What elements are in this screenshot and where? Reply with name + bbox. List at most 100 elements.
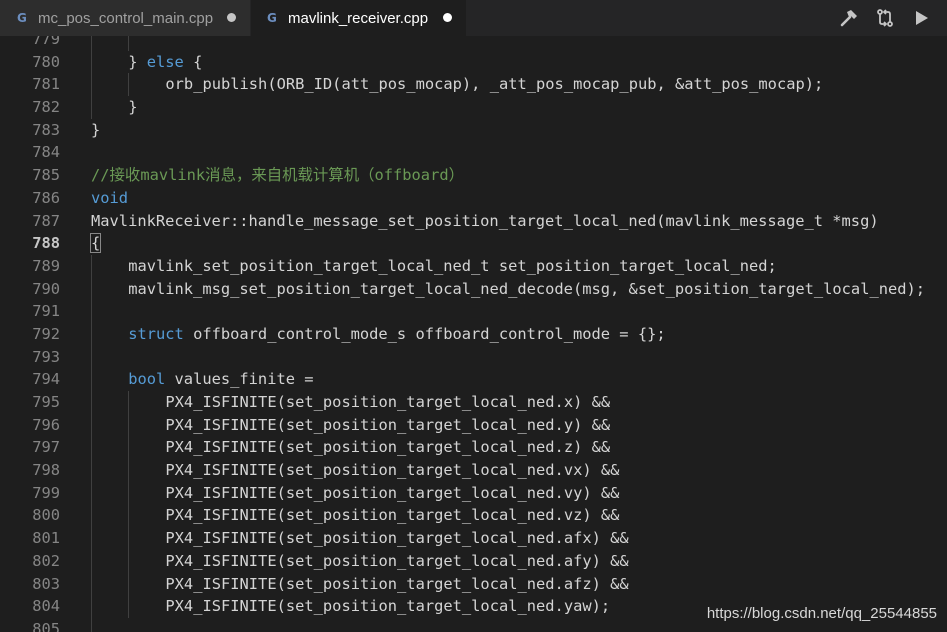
code-line[interactable]: 780} else { (0, 50, 947, 74)
indent-guide (91, 96, 92, 119)
line-number: 791 (32, 302, 60, 321)
code-text: PX4_ISFINITE(set_position_target_local_n… (165, 414, 610, 437)
code-line[interactable]: 796 PX4_ISFINITE(set_position_target_loca… (0, 413, 947, 437)
tab-mc-pos-control-main[interactable]: G mc_pos_control_main.cpp (0, 0, 250, 36)
line-number: 783 (32, 120, 60, 139)
code-token: MavlinkReceiver::handle_message_set_posi… (91, 211, 879, 230)
code-line[interactable]: 792 struct offboard_control_mode_s offboa… (0, 322, 947, 346)
code-text: { (89, 232, 102, 255)
code-text: PX4_ISFINITE(set_position_target_local_n… (165, 459, 619, 482)
indent-guide (91, 345, 92, 369)
compare-changes-icon[interactable] (867, 0, 903, 36)
tab-label: mc_pos_control_main.cpp (38, 9, 214, 27)
indent-guide (128, 73, 130, 97)
code-text: orb_publish(ORB_ID(att_pos_mocap), _att_… (165, 73, 823, 96)
code-line[interactable]: 791 (0, 300, 947, 323)
line-number: 790 (32, 279, 60, 298)
code-line[interactable]: 803 PX4_ISFINITE(set_position_target_loca… (0, 572, 947, 596)
tab-bar: G mc_pos_control_main.cpp G mavlink_rece… (0, 0, 947, 36)
indent-guide (91, 572, 92, 596)
line-number: 799 (32, 483, 60, 502)
code-token: PX4_ISFINITE(set_position_target_local_n… (165, 461, 620, 480)
code-line[interactable]: 787 MavlinkReceiver::handle_message_set_p… (0, 210, 947, 233)
code-text: PX4_ISFINITE(set_position_target_local_n… (165, 550, 628, 573)
code-token: PX4_ISFINITE(set_position_target_local_n… (165, 574, 629, 593)
code-line[interactable]: 802 PX4_ISFINITE(set_position_target_loca… (0, 549, 947, 573)
indent-guide (91, 527, 92, 550)
indent-guide (91, 368, 92, 391)
line-number: 805 (32, 619, 60, 632)
code-token: } (128, 52, 147, 71)
code-line[interactable]: 788 { (0, 232, 947, 255)
watermark: https://blog.csdn.net/qq_25544855 (706, 605, 937, 622)
code-text: PX4_ISFINITE(set_position_target_local_n… (165, 482, 619, 505)
code-lines: 779 780} else {781 orb_publish(ORB_ID(att_… (0, 36, 947, 632)
code-line[interactable]: 783} (0, 119, 947, 142)
code-line[interactable]: 789 mavlink_set_position_target_local_ned… (0, 254, 947, 278)
code-line[interactable]: 779 (0, 36, 947, 51)
indent-guide (128, 36, 130, 51)
code-line[interactable]: 782} (0, 96, 947, 119)
run-play-icon[interactable] (903, 0, 939, 36)
code-token: PX4_ISFINITE(set_position_target_local_n… (165, 506, 620, 525)
unsaved-dot-icon[interactable] (443, 13, 452, 22)
code-text: } (128, 96, 137, 119)
code-line[interactable]: 795 PX4_ISFINITE(set_position_target_loca… (0, 391, 947, 414)
code-line[interactable]: 797 PX4_ISFINITE(set_position_target_loca… (0, 436, 947, 460)
code-text: mavlink_set_position_target_local_ned_t … (128, 255, 777, 278)
line-number: 787 (32, 211, 60, 230)
code-line[interactable]: 799 PX4_ISFINITE(set_position_target_loca… (0, 481, 947, 505)
keyword-token: else (146, 52, 184, 71)
code-line[interactable]: 801 PX4_ISFINITE(set_position_target_loca… (0, 527, 947, 550)
line-number: 803 (32, 574, 60, 593)
code-line[interactable]: 794 bool values_finite = (0, 368, 947, 391)
indent-guide (91, 413, 92, 437)
line-number: 789 (32, 256, 60, 275)
code-line[interactable]: 784 (0, 141, 947, 164)
code-token: offboard_control_mode_s offboard_control… (183, 324, 666, 343)
code-line[interactable]: 798 PX4_ISFINITE(set_position_target_loca… (0, 459, 947, 482)
code-token: PX4_ISFINITE(set_position_target_local_n… (165, 438, 611, 457)
code-text: PX4_ISFINITE(set_position_target_local_n… (165, 391, 610, 414)
indent-guide (91, 595, 92, 618)
code-editor[interactable]: 779 780} else {781 orb_publish(ORB_ID(att_… (0, 36, 947, 632)
line-number: 793 (32, 347, 60, 366)
code-text: void (91, 187, 128, 210)
code-text: PX4_ISFINITE(set_position_target_local_n… (165, 436, 610, 459)
tab-mavlink-receiver[interactable]: G mavlink_receiver.cpp (251, 0, 466, 36)
code-line[interactable]: 785 //接收mavlink消息，来自机载计算机（offboard） (0, 164, 947, 187)
line-number: 782 (32, 98, 60, 117)
indent-guide (91, 254, 92, 278)
line-number: 792 (32, 324, 60, 343)
code-text: struct offboard_control_mode_s offboard_… (128, 323, 665, 346)
line-number: 795 (32, 393, 60, 411)
indent-guide (91, 277, 92, 301)
code-text: } else { (128, 51, 202, 74)
indent-guide (128, 413, 130, 437)
code-token: PX4_ISFINITE(set_position_target_local_n… (165, 415, 611, 434)
indent-guide (128, 549, 130, 573)
code-line[interactable]: 800 PX4_ISFINITE(set_position_target_loca… (0, 504, 947, 528)
build-hammer-icon[interactable] (831, 0, 867, 36)
indent-guide (91, 50, 92, 74)
indent-guide (128, 459, 130, 482)
code-line[interactable]: 786 void (0, 187, 947, 210)
tab-label: mavlink_receiver.cpp (288, 9, 429, 27)
indent-guide (91, 322, 92, 346)
indent-guide (91, 459, 92, 482)
indent-guide (91, 391, 92, 414)
code-token: PX4_ISFINITE(set_position_target_local_n… (165, 551, 629, 570)
indent-guide (128, 527, 130, 550)
code-line[interactable]: 781 orb_publish(ORB_ID(att_pos_mocap), _a… (0, 73, 947, 97)
code-line[interactable]: 793 (0, 345, 947, 369)
code-token: PX4_ISFINITE(set_position_target_local_n… (165, 529, 629, 548)
keyword-token: struct (128, 324, 184, 343)
indent-guide (128, 504, 130, 528)
code-text: MavlinkReceiver::handle_message_set_posi… (91, 210, 879, 233)
cpp-file-icon: G (17, 11, 27, 25)
code-line[interactable]: 790 mavlink_msg_set_position_target_local… (0, 277, 947, 301)
code-text: bool values_finite = (128, 368, 313, 391)
unsaved-dot-icon[interactable] (227, 13, 236, 22)
indent-guide (128, 481, 130, 505)
indent-guide (91, 36, 92, 51)
